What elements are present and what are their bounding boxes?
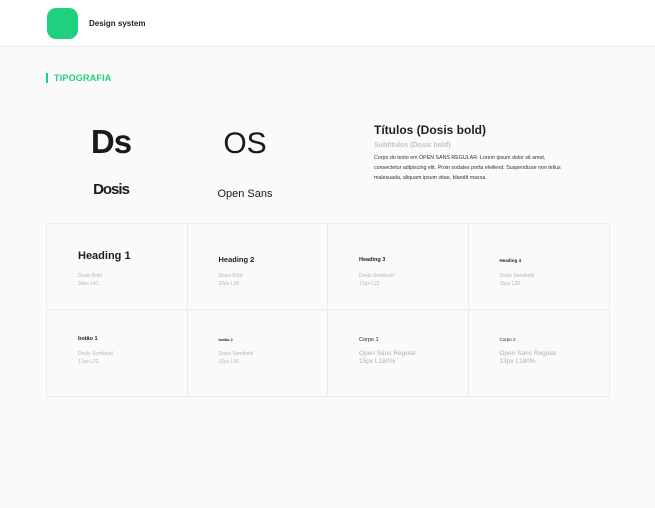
font-specimen-dosis: Ds Dosis	[86, 122, 136, 210]
font-name-dosis: Dosis	[93, 181, 130, 198]
type-style-size: 12px L16	[218, 359, 240, 365]
section-accent-bar	[46, 73, 48, 83]
type-style-name: Heading 3	[359, 257, 386, 263]
type-scale-grid: Heading 1 Dosis Bold 34px L41 Heading 2 …	[46, 223, 610, 397]
type-style-size: 17px L22	[359, 281, 380, 287]
sample-body: Corpo do texto em OPEN SANS REGULAR. Lor…	[374, 155, 561, 181]
type-style-font: Dosis Semibold	[359, 273, 394, 279]
type-style-meta: Dosis Bold 22px L28	[219, 272, 243, 288]
font-name-open-sans: Open Sans	[217, 188, 273, 200]
type-style-meta: Open Sans Regular 15px L180%	[359, 350, 416, 366]
type-style-font: Dosis Bold	[78, 273, 102, 279]
type-style-meta: Dosis Bold 34px L41	[78, 272, 102, 288]
app-title: Design system	[89, 18, 146, 28]
type-style-name: Corpo 1	[359, 337, 379, 343]
type-style-font: Dosis Bold	[218, 273, 243, 279]
type-style-name: Heading 4	[499, 258, 522, 263]
type-style-size: 13px L180%	[499, 358, 536, 365]
type-style-name: Heading 2	[218, 255, 255, 264]
type-style-font: Open Sans Regular	[359, 350, 417, 357]
type-style-size: 34px L41	[78, 281, 99, 287]
type-style-size: 15px L20	[499, 281, 521, 287]
top-header: Design system	[0, 0, 655, 47]
type-style-size: 15px L180%	[359, 358, 396, 365]
type-style-name: botão 2	[218, 337, 233, 342]
type-style-name: Heading 1	[78, 250, 131, 262]
type-style-font: Open Sans Regular	[499, 350, 557, 357]
type-style-name: Corpo 2	[499, 337, 516, 342]
type-style-meta: Open Sans Regular 13px L180%	[500, 350, 557, 366]
font-specimen-open-sans: OS Open Sans	[212, 124, 278, 214]
type-style-card: Heading 1 Dosis Bold 34px L41	[47, 224, 188, 310]
sample-subtitle: Subtítulos (Dosis bold)	[374, 142, 451, 149]
section-title-label: TIPOGRAFIA	[54, 73, 112, 83]
font-glyph-open-sans: OS	[223, 127, 267, 160]
type-style-size: 22px L28	[218, 281, 240, 287]
sample-title: Títulos (Dosis bold)	[374, 123, 486, 137]
type-style-card: Heading 2 Dosis Bold 22px L28	[187, 224, 328, 310]
typography-sample: Títulos (Dosis bold) Subtítulos (Dosis b…	[374, 123, 574, 183]
type-style-font: Dosis Semibold	[499, 273, 535, 279]
type-style-meta: Dosis Semibold 17px L22	[78, 350, 113, 366]
type-style-card: Corpo 1 Open Sans Regular 15px L180%	[328, 310, 469, 396]
type-style-font: Dosis Semibold	[78, 351, 113, 357]
type-style-card: Heading 4 Dosis Semibold 15px L20	[468, 224, 609, 310]
type-style-meta: Dosis Semibold 15px L20	[500, 272, 535, 288]
type-style-card: botão 2 Dosis Semibold 12px L16	[188, 310, 328, 396]
type-style-meta: Dosis Semibold 17px L22	[359, 272, 394, 288]
section-title: TIPOGRAFIA	[46, 73, 112, 83]
type-style-card: Corpo 2 Open Sans Regular 13px L180%	[469, 310, 610, 396]
type-style-size: 17px L22	[78, 359, 99, 365]
type-style-card: botão 1 Dosis Semibold 17px L22	[47, 310, 188, 396]
type-style-card: Heading 3 Dosis Semibold 17px L22	[328, 224, 469, 310]
type-style-font: Dosis Semibold	[218, 351, 254, 357]
type-style-meta: Dosis Semibold 12px L16	[219, 350, 254, 366]
app-logo[interactable]	[47, 7, 78, 39]
font-glyph-dosis: Ds	[90, 123, 132, 160]
type-style-name: botão 1	[78, 336, 98, 342]
